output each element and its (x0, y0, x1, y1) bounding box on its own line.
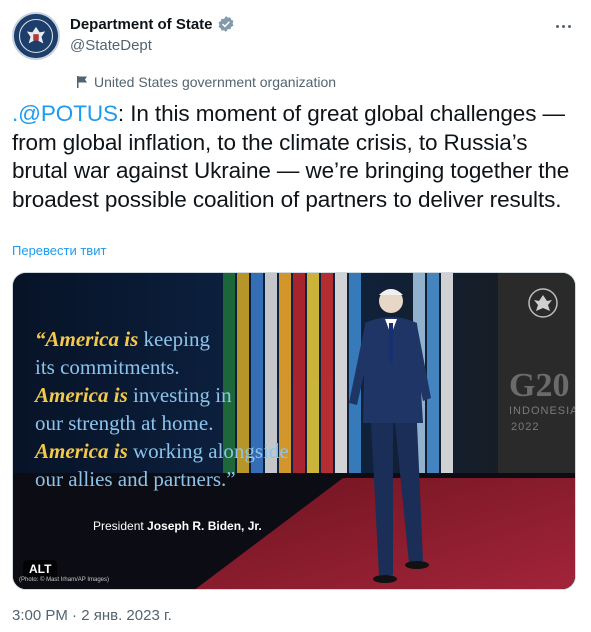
handle[interactable]: @StateDept (70, 37, 152, 54)
quote-block: “America is keeping its commitments. Ame… (35, 325, 335, 493)
attribution-name: Joseph R. Biden, Jr. (147, 519, 262, 533)
tweet-text: .@POTUS: In this moment of great global … (12, 100, 582, 214)
quote-line: America is investing in (35, 381, 335, 409)
photo-credit: (Photo: © Mast Irham/AP Images) (19, 577, 110, 583)
state-department-seal-icon[interactable] (12, 12, 60, 60)
tweet-media-image[interactable]: “America is keeping its commitments. Ame… (12, 272, 576, 590)
quote-rest: its commitments. (35, 355, 180, 379)
quote-line: America is working alongside (35, 437, 335, 465)
quote-emphasis: “America is (35, 327, 139, 351)
g20-backdrop-text: G20 (509, 367, 570, 404)
affiliation-text: United States government organization (94, 74, 337, 90)
quote-line: our allies and partners.” (35, 465, 335, 493)
quote-rest: working alongside (127, 439, 289, 463)
quote-line: “America is keeping (35, 325, 335, 353)
quote-rest: keeping (138, 327, 210, 351)
tweet-timestamp[interactable]: 3:00 PM · 2 янв. 2023 г. (12, 607, 172, 624)
quote-emphasis: America is (35, 383, 128, 407)
translate-tweet-link[interactable]: Перевести твит (12, 243, 106, 258)
potus-mention-link[interactable]: .@POTUS (12, 101, 118, 126)
quote-attribution: President Joseph R. Biden, Jr. (93, 519, 262, 533)
alt-text-button[interactable]: ALT (23, 560, 58, 578)
quote-rest: investing in (127, 383, 232, 407)
verified-badge-icon (217, 15, 235, 33)
quote-line: our strength at home. (35, 409, 335, 437)
affiliation-label: United States government organization (76, 74, 336, 90)
flag-icon (76, 75, 88, 89)
quote-emphasis: America is (35, 439, 128, 463)
quote-rest: our allies and partners.” (35, 467, 236, 491)
display-name[interactable]: Department of State (70, 16, 213, 33)
quote-rest: our strength at home. (35, 411, 214, 435)
quote-line: its commitments. (35, 353, 335, 381)
g20-backdrop-year: 2022 (511, 421, 540, 433)
name-row: Department of State (70, 15, 235, 33)
attribution-prefix: President (93, 519, 144, 533)
g20-backdrop-sub: INDONESIA (509, 405, 576, 417)
tweet-header: Department of State @StateDept United St… (12, 12, 579, 92)
more-dots-icon[interactable] (551, 16, 575, 36)
